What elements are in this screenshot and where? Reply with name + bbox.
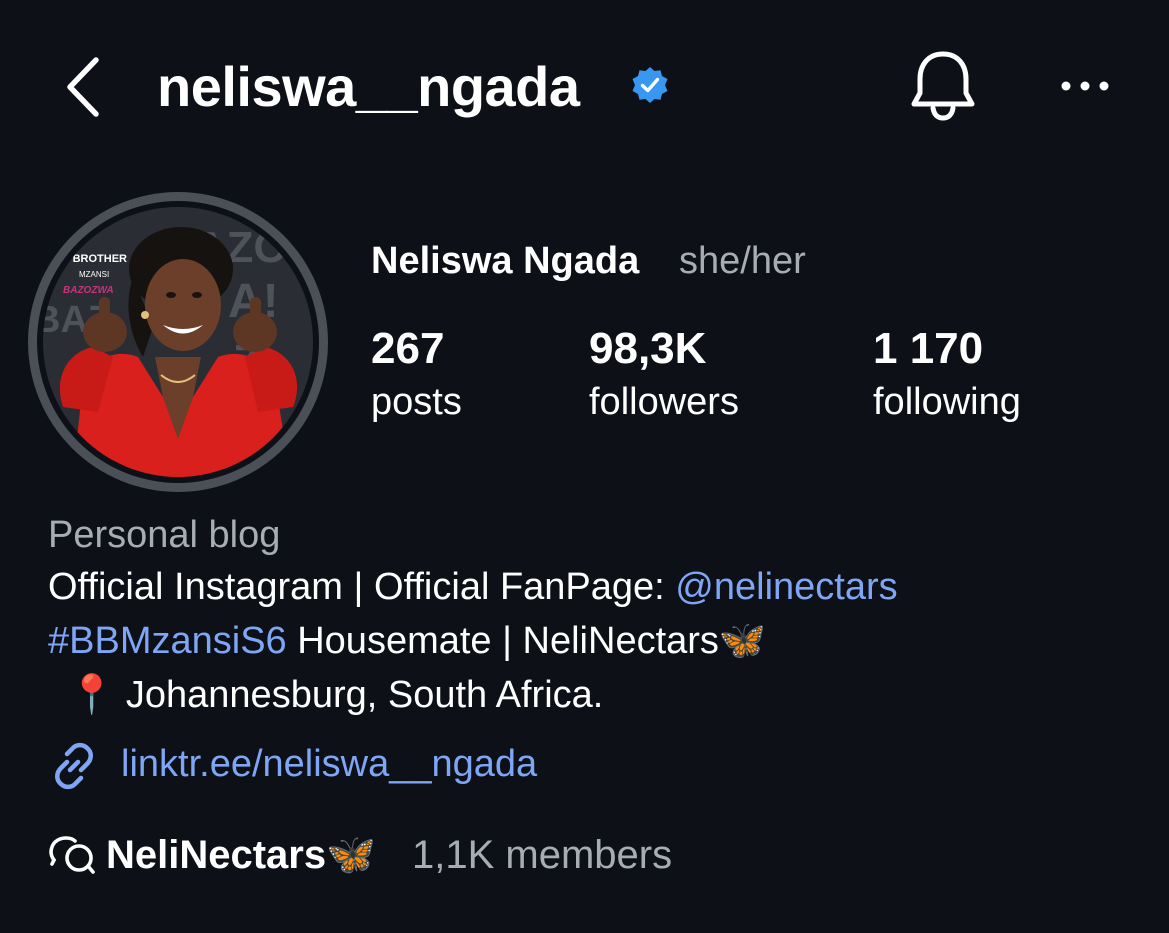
chevron-left-icon (67, 57, 99, 117)
bio-text: Official Instagram | Official FanPage: (48, 566, 676, 608)
back-button[interactable] (58, 52, 110, 122)
location-pin-icon: 📍 (68, 674, 116, 716)
channel-name: NeliNectars🦋 (106, 833, 376, 877)
ellipsis-icon (1061, 81, 1109, 91)
butterfly-emoji-icon: 🦋 (326, 833, 376, 877)
svg-text:G BROTHER: G BROTHER (61, 253, 127, 265)
bio-external-link[interactable]: linktr.ee/neliswa__ngada (48, 736, 608, 792)
butterfly-emoji-icon: 🦋 (718, 620, 767, 662)
profile-username: neliswa__ngada (157, 55, 580, 118)
bio-line-1: Official Instagram | Official FanPage: @… (48, 560, 898, 614)
stat-following-count: 1 170 (873, 324, 984, 373)
stat-following-label: following (873, 381, 1021, 423)
more-options-button[interactable] (1052, 66, 1118, 106)
bell-icon (911, 51, 975, 121)
bio-line-2: #BBMzansiS6 Housemate | NeliNectars🦋 (48, 614, 766, 668)
verified-badge-icon (631, 66, 669, 104)
avatar-photo: BAZOZWA! A! BAZ Z BAZOZWA! G BROTHER MZA… (43, 207, 313, 477)
profile-avatar[interactable]: BAZOZWA! A! BAZ Z BAZOZWA! G BROTHER MZA… (28, 192, 328, 492)
chat-bubbles-icon (49, 836, 95, 874)
stat-posts[interactable]: 267 posts (371, 322, 462, 428)
bio-line-3: 📍 Johannesburg, South Africa. (68, 668, 603, 722)
link-icon (55, 742, 93, 790)
stat-followers[interactable]: 98,3K followers (589, 322, 739, 428)
profile-pronouns: she/her (679, 240, 806, 282)
notifications-button[interactable] (905, 46, 981, 126)
bio-text: Housemate | NeliNectars (286, 620, 719, 662)
hashtag-link[interactable]: #BBMzansiS6 (48, 620, 287, 662)
stat-followers-count: 98,3K (589, 324, 707, 373)
profile-category: Personal blog (48, 514, 281, 556)
stat-followers-label: followers (589, 381, 739, 423)
profile-full-name: Neliswa Ngada (371, 240, 640, 282)
bio-location: Johannesburg, South Africa. (125, 674, 604, 716)
stat-posts-count: 267 (371, 324, 445, 373)
stat-following[interactable]: 1 170 following (873, 322, 1021, 428)
svg-text:BAZOZWA: BAZOZWA (63, 285, 114, 296)
broadcast-channel[interactable]: NeliNectars🦋 1,1K members (48, 826, 698, 884)
channel-members-count: 1,1K members (412, 833, 673, 877)
mention-link[interactable]: @nelinectars (675, 566, 897, 608)
bio-link-text: linktr.ee/neliswa__ngada (121, 743, 538, 785)
stat-posts-label: posts (371, 381, 462, 423)
svg-text:MZANSI: MZANSI (79, 270, 109, 279)
